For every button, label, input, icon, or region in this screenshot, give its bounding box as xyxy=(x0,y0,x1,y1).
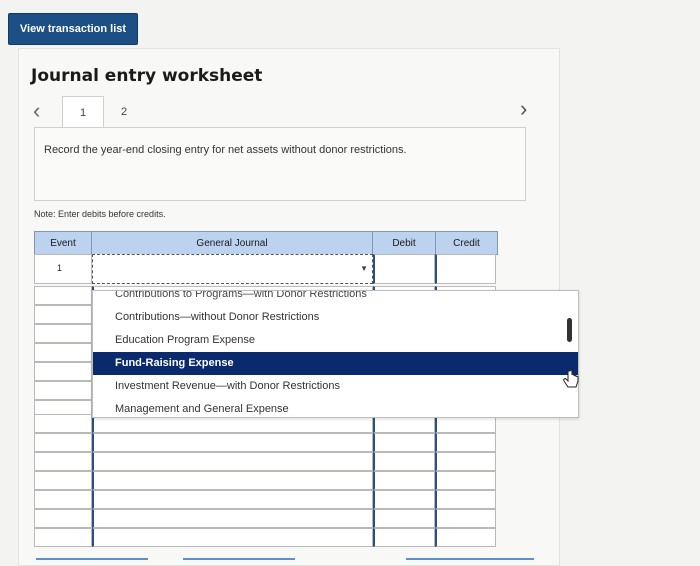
dropdown-option[interactable]: Contributions to Programs—with Donor Res… xyxy=(93,291,578,306)
event-cell: 1 xyxy=(34,254,92,284)
credit-input[interactable] xyxy=(435,528,496,547)
credit-input[interactable] xyxy=(435,452,496,471)
table-row xyxy=(34,433,496,452)
divider xyxy=(183,558,295,560)
instruction-box: Record the year-end closing entry for ne… xyxy=(34,127,526,201)
dropdown-option-selected[interactable]: Fund-Raising Expense xyxy=(93,352,578,375)
chevron-right-icon[interactable]: › xyxy=(520,96,527,122)
credit-input[interactable] xyxy=(435,490,496,509)
account-cell[interactable] xyxy=(92,490,373,509)
account-cell[interactable] xyxy=(92,528,373,547)
account-cell[interactable] xyxy=(92,452,373,471)
debit-input[interactable] xyxy=(373,452,435,471)
header-debit: Debit xyxy=(372,231,436,255)
page-title: Journal entry worksheet xyxy=(31,66,263,86)
account-cell[interactable] xyxy=(92,471,373,490)
account-cell[interactable] xyxy=(92,509,373,528)
dropdown-option[interactable]: Management and General Expense xyxy=(93,398,578,417)
tab-2[interactable]: 2 xyxy=(104,96,144,128)
header-credit: Credit xyxy=(435,231,498,255)
event-cell xyxy=(34,471,92,490)
event-cell xyxy=(34,324,92,343)
account-select[interactable]: ▼ xyxy=(92,254,373,284)
credit-input[interactable] xyxy=(435,509,496,528)
chevron-down-icon[interactable]: ▼ xyxy=(360,264,368,273)
debit-input[interactable] xyxy=(373,528,435,547)
event-cell xyxy=(34,362,92,381)
header-event: Event xyxy=(34,231,92,255)
event-cell xyxy=(34,490,92,509)
debit-input[interactable] xyxy=(373,433,435,452)
event-cell xyxy=(34,509,92,528)
event-cell xyxy=(34,528,92,547)
debit-input[interactable] xyxy=(373,490,435,509)
account-cell[interactable] xyxy=(92,433,373,452)
credit-input[interactable] xyxy=(435,471,496,490)
tab-1[interactable]: 1 xyxy=(62,96,104,129)
table-row xyxy=(34,528,496,547)
event-cell xyxy=(34,452,92,471)
event-cell xyxy=(34,305,92,324)
dropdown-scrollbar[interactable] xyxy=(567,318,572,342)
instruction-text: Record the year-end closing entry for ne… xyxy=(44,144,407,156)
event-cell xyxy=(34,286,92,305)
dropdown-option[interactable]: Education Program Expense xyxy=(93,329,578,352)
dropdown-option[interactable]: Investment Revenue—with Donor Restrictio… xyxy=(93,375,578,398)
table-row xyxy=(34,452,496,471)
event-cell xyxy=(34,343,92,362)
event-cell xyxy=(34,433,92,452)
credit-input[interactable] xyxy=(435,433,496,452)
event-cell xyxy=(34,414,92,433)
hand-cursor-icon xyxy=(563,370,579,388)
debit-input[interactable] xyxy=(373,471,435,490)
debit-input[interactable] xyxy=(373,254,435,284)
dropdown-option[interactable]: Contributions—without Donor Restrictions xyxy=(93,306,578,329)
chevron-left-icon[interactable]: ‹ xyxy=(33,98,40,124)
table-row xyxy=(34,490,496,509)
divider xyxy=(406,558,534,560)
table-row xyxy=(34,471,496,490)
event-cell xyxy=(34,381,92,400)
credit-input[interactable] xyxy=(435,254,496,284)
table-row xyxy=(34,509,496,528)
debit-input[interactable] xyxy=(373,509,435,528)
note-text: Note: Enter debits before credits. xyxy=(34,209,166,219)
account-dropdown-list[interactable]: Contributions to Programs—with Donor Res… xyxy=(92,290,579,418)
divider xyxy=(36,558,148,560)
header-general-journal: General Journal xyxy=(91,231,373,255)
view-transaction-list-button[interactable]: View transaction list xyxy=(8,13,138,45)
